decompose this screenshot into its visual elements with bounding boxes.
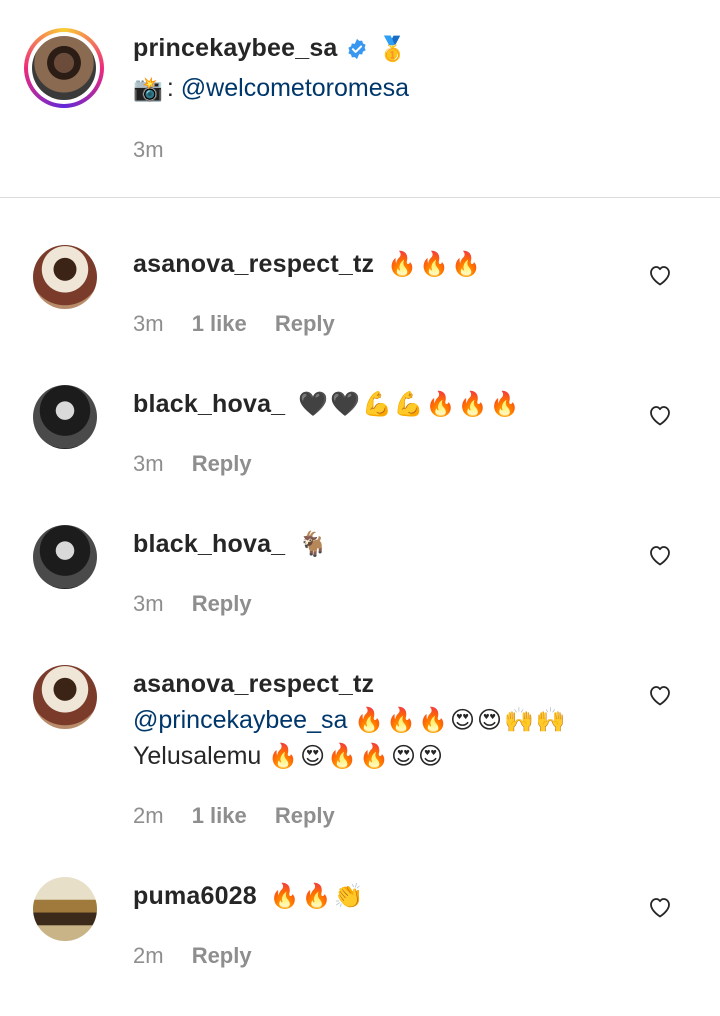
heart-outline-icon[interactable] xyxy=(648,684,672,706)
comment-mention[interactable]: @princekaybee_sa xyxy=(133,706,347,734)
comment-timestamp: 3m xyxy=(133,591,164,616)
comment-text: 🔥🔥👏 xyxy=(269,882,366,910)
caption-timestamp: 3m xyxy=(133,137,164,162)
reply-button[interactable]: Reply xyxy=(192,451,252,476)
comment-emoji: 🔥🔥🔥😍😍🙌🙌 xyxy=(354,706,568,734)
author-avatar[interactable] xyxy=(24,28,104,108)
avatar[interactable] xyxy=(33,245,97,309)
post-caption: princekaybee_sa 🥇 📸: @welcometoromesa 3m xyxy=(0,0,720,198)
comment-timestamp: 2m xyxy=(133,803,164,828)
comment-username[interactable]: asanova_respect_tz xyxy=(133,670,374,698)
avatar[interactable] xyxy=(33,525,97,589)
avatar-photo xyxy=(32,36,96,100)
reply-button[interactable]: Reply xyxy=(275,803,335,828)
verified-badge-icon xyxy=(347,38,366,59)
comment-likes[interactable]: 1 like xyxy=(192,311,247,336)
reply-button[interactable]: Reply xyxy=(275,311,335,336)
comment-username[interactable]: asanova_respect_tz xyxy=(133,250,374,278)
comment-text: 🔥🔥🔥 xyxy=(387,250,483,278)
caption-text: 📸: @welcometoromesa xyxy=(133,74,409,103)
comment-username[interactable]: puma6028 xyxy=(133,882,257,910)
reply-button[interactable]: Reply xyxy=(192,943,252,968)
reply-button[interactable]: Reply xyxy=(192,591,252,616)
caption-separator: : xyxy=(166,74,174,102)
medal-emoji: 🥇 xyxy=(377,34,410,63)
caption-mention[interactable]: @welcometoromesa xyxy=(181,74,409,103)
avatar[interactable] xyxy=(33,385,97,449)
heart-outline-icon[interactable] xyxy=(648,404,672,426)
comment-text: 🖤🖤💪💪🔥🔥🔥 xyxy=(298,390,522,418)
heart-outline-icon[interactable] xyxy=(648,896,672,918)
heart-outline-icon[interactable] xyxy=(648,264,672,286)
comment-likes[interactable]: 1 like xyxy=(192,803,247,828)
avatar[interactable] xyxy=(33,877,97,941)
avatar[interactable] xyxy=(33,665,97,729)
comment-username[interactable]: black_hova_ xyxy=(133,390,285,418)
comment-timestamp: 3m xyxy=(133,311,164,336)
divider xyxy=(0,197,720,198)
comment-timestamp: 2m xyxy=(133,943,164,968)
comment-username[interactable]: black_hova_ xyxy=(133,530,285,558)
comment-emoji: 🔥😍🔥🔥😍😍 xyxy=(268,742,446,770)
comment-text: 🐐 xyxy=(298,530,331,558)
comment-text: Yelusalemu xyxy=(133,742,262,770)
caption-username[interactable]: princekaybee_sa xyxy=(133,34,338,63)
camera-emoji: 📸 xyxy=(133,74,165,103)
comment-timestamp: 3m xyxy=(133,451,164,476)
heart-outline-icon[interactable] xyxy=(648,544,672,566)
